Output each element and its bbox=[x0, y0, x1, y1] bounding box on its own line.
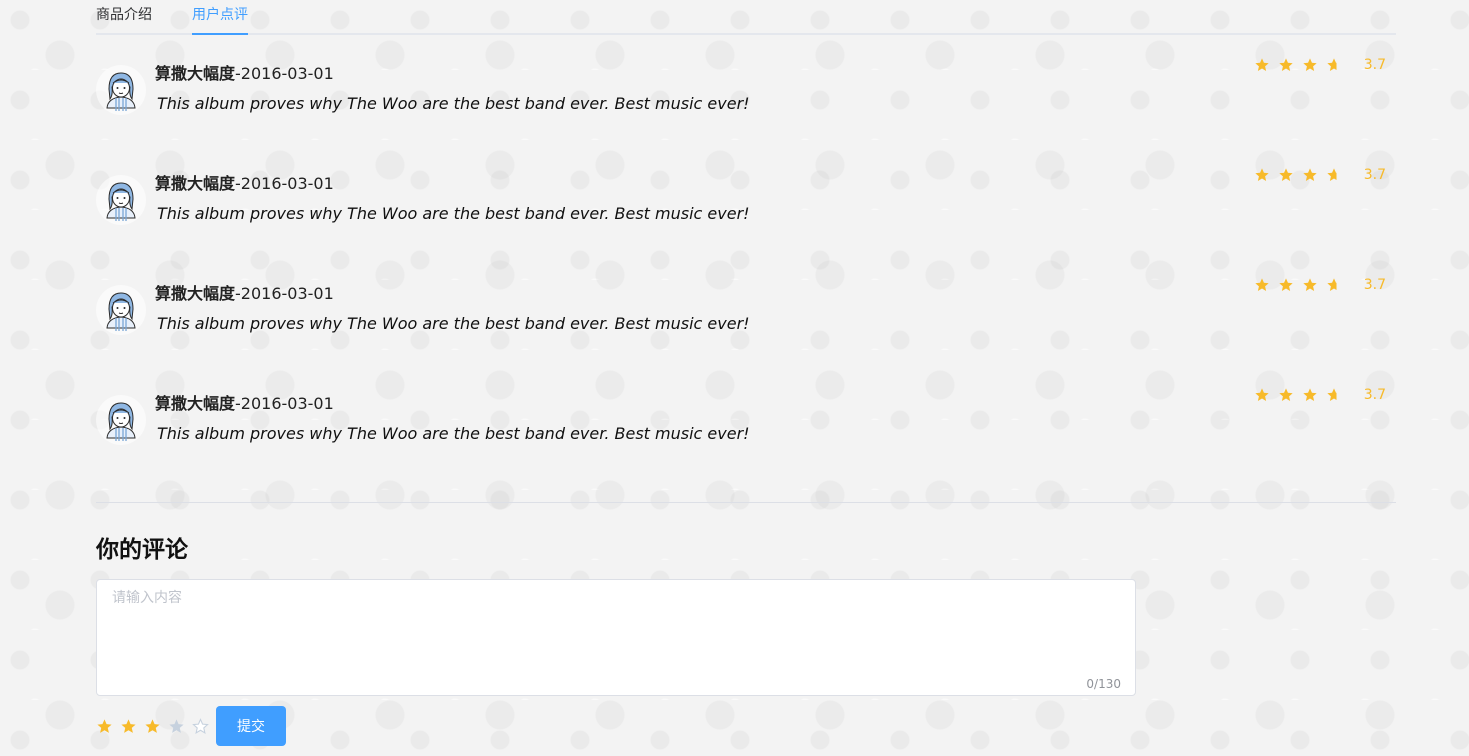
user-avatar-icon bbox=[96, 285, 146, 335]
review-date: 2016-03-01 bbox=[240, 284, 334, 303]
star-icon bbox=[1279, 58, 1293, 71]
tab-product-intro[interactable]: 商品介绍 bbox=[96, 6, 152, 35]
comment-input[interactable] bbox=[97, 580, 1135, 695]
review-username: 算撒大幅度 bbox=[155, 284, 236, 303]
review-header: 算撒大幅度-2016-03-01 bbox=[155, 393, 334, 415]
submit-button[interactable]: 提交 bbox=[216, 706, 286, 746]
review-username: 算撒大幅度 bbox=[155, 64, 236, 83]
review-text: This album proves why The Woo are the be… bbox=[157, 424, 750, 443]
star-icon bbox=[1255, 388, 1269, 401]
star-icon[interactable] bbox=[192, 718, 209, 735]
review-item: 算撒大幅度-2016-03-01 This album proves why T… bbox=[96, 387, 1396, 483]
star-icon bbox=[1279, 278, 1293, 291]
user-avatar-icon bbox=[96, 395, 146, 445]
user-avatar-icon bbox=[96, 65, 146, 115]
review-date: 2016-03-01 bbox=[240, 174, 334, 193]
star-icon bbox=[1279, 388, 1293, 401]
star-icon bbox=[1255, 58, 1269, 71]
star-icon bbox=[1255, 168, 1269, 181]
review-rating: 3.7 bbox=[1254, 277, 1386, 293]
star-icon bbox=[1279, 168, 1293, 181]
review-date: 2016-03-01 bbox=[240, 394, 334, 413]
my-rating bbox=[96, 718, 216, 735]
tab-bar: 商品介绍 用户点评 bbox=[96, 0, 1396, 35]
star-icon bbox=[1303, 168, 1317, 181]
user-avatar-icon bbox=[96, 175, 146, 225]
review-item: 算撒大幅度-2016-03-01 This album proves why T… bbox=[96, 277, 1396, 373]
star-icon[interactable] bbox=[96, 718, 113, 735]
review-stars bbox=[1254, 57, 1350, 73]
char-counter: 0/130 bbox=[1086, 677, 1121, 691]
review-username: 算撒大幅度 bbox=[155, 394, 236, 413]
star-icon[interactable] bbox=[168, 718, 185, 735]
star-icon[interactable] bbox=[120, 718, 137, 735]
review-text: This album proves why The Woo are the be… bbox=[157, 314, 750, 333]
comment-box: 0/130 bbox=[96, 579, 1136, 696]
star-icon bbox=[1303, 388, 1317, 401]
review-username: 算撒大幅度 bbox=[155, 174, 236, 193]
review-score: 3.7 bbox=[1363, 57, 1386, 73]
review-item: 算撒大幅度-2016-03-01 This album proves why T… bbox=[96, 167, 1396, 263]
review-date: 2016-03-01 bbox=[240, 64, 334, 83]
your-comment-title: 你的评论 bbox=[96, 537, 188, 563]
active-tab-indicator bbox=[192, 33, 248, 35]
review-rating: 3.7 bbox=[1254, 57, 1386, 73]
review-score: 3.7 bbox=[1363, 277, 1386, 293]
star-icon bbox=[1327, 168, 1341, 181]
review-text: This album proves why The Woo are the be… bbox=[157, 94, 750, 113]
tab-user-reviews[interactable]: 用户点评 bbox=[192, 6, 248, 35]
star-icon bbox=[1255, 278, 1269, 291]
review-header: 算撒大幅度-2016-03-01 bbox=[155, 173, 334, 195]
review-stars bbox=[1254, 387, 1350, 403]
review-item: 算撒大幅度-2016-03-01 This album proves why T… bbox=[96, 57, 1396, 153]
star-icon bbox=[1327, 58, 1341, 71]
section-divider bbox=[96, 502, 1396, 503]
review-score: 3.7 bbox=[1363, 387, 1386, 403]
review-rating: 3.7 bbox=[1254, 167, 1386, 183]
star-icon bbox=[1303, 58, 1317, 71]
star-icon bbox=[1303, 278, 1317, 291]
review-header: 算撒大幅度-2016-03-01 bbox=[155, 63, 334, 85]
review-stars bbox=[1254, 277, 1350, 293]
star-icon bbox=[1327, 388, 1341, 401]
review-text: This album proves why The Woo are the be… bbox=[157, 204, 750, 223]
star-icon[interactable] bbox=[144, 718, 161, 735]
star-icon bbox=[1327, 278, 1341, 291]
review-stars bbox=[1254, 167, 1350, 183]
review-header: 算撒大幅度-2016-03-01 bbox=[155, 283, 334, 305]
review-score: 3.7 bbox=[1363, 167, 1386, 183]
review-rating: 3.7 bbox=[1254, 387, 1386, 403]
